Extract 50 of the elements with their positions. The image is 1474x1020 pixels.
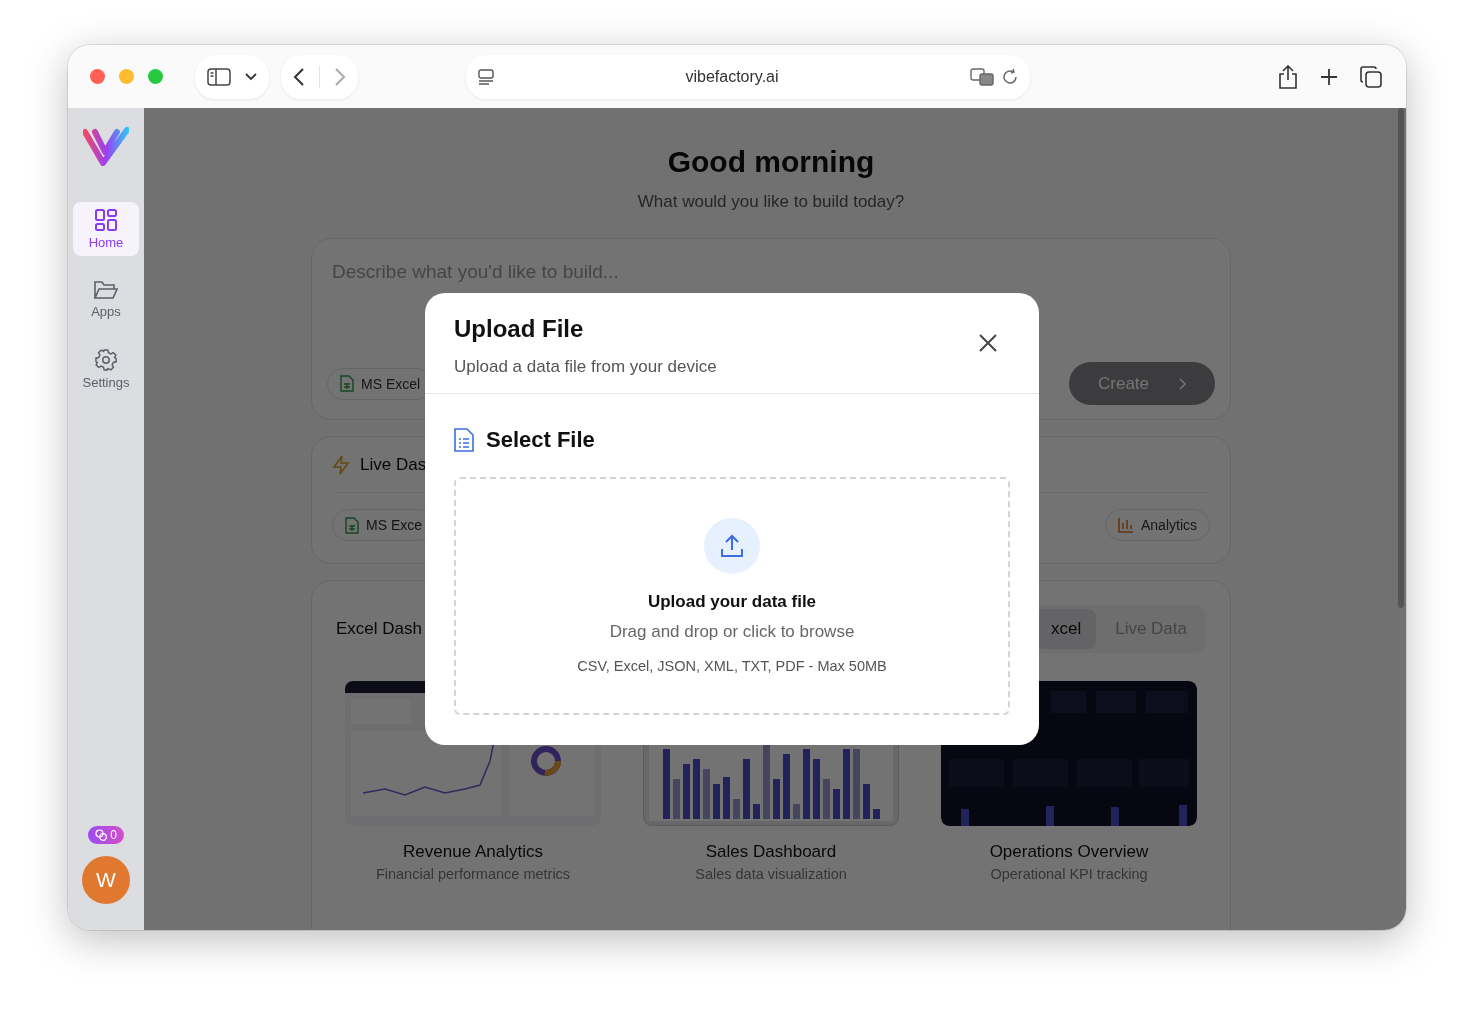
new-tab-icon[interactable]: [1320, 67, 1338, 86]
logo-icon[interactable]: [83, 126, 129, 166]
chevron-down-icon[interactable]: [245, 72, 257, 81]
grid-icon: [95, 208, 117, 231]
reload-icon[interactable]: [1002, 68, 1018, 85]
template-description: Financial performance metrics: [375, 866, 571, 882]
template-title[interactable]: Revenue Analytics: [403, 842, 543, 862]
spreadsheet-icon: [340, 375, 354, 392]
address-field[interactable]: vibefactory.ai: [685, 67, 779, 86]
greeting-heading: Good morning: [667, 145, 875, 179]
coins-icon: [95, 829, 108, 841]
template-description: Operational KPI tracking: [990, 866, 1148, 882]
template-description: Sales data visualization: [695, 866, 847, 882]
sidebar-item[interactable]: Apps: [73, 272, 139, 326]
modal-title: Upload File: [454, 315, 585, 343]
sidebar-toggle-icon[interactable]: [207, 67, 231, 86]
chip-label: Analytics: [1140, 517, 1197, 533]
greeting-subtitle: What would you like to build today?: [637, 192, 905, 212]
close-window-button[interactable]: [90, 69, 105, 84]
dropzone-hint: Drag and drop or click to browse: [609, 622, 855, 642]
chevron-right-icon: [1179, 377, 1186, 390]
folder-icon: [94, 279, 118, 300]
close-icon: [979, 334, 997, 352]
chip-label: MS Excel: [361, 375, 421, 392]
template-title[interactable]: Operations Overview: [989, 842, 1149, 862]
share-icon[interactable]: [1278, 64, 1298, 89]
page-menu-icon[interactable]: [478, 68, 494, 85]
modal-subtitle: Upload a data file from your device: [454, 357, 718, 377]
bar-chart-icon: [1117, 517, 1134, 533]
file-drop-zone[interactable]: Upload your data file Drag and drop or click to browse CSV, Excel, JSON, XML, TXT, PDF - Max 50MB: [454, 477, 1010, 715]
sidebar-item[interactable]: Settings: [73, 342, 139, 396]
lightning-icon: [332, 455, 350, 475]
dropzone-heading: Upload your data file: [647, 592, 817, 612]
source-chip[interactable]: Analytics: [1104, 509, 1210, 541]
user-avatar[interactable]: W: [82, 856, 130, 904]
tabs-overview-icon[interactable]: [1360, 65, 1382, 88]
back-icon[interactable]: [293, 67, 305, 86]
settings-icon: [95, 348, 117, 371]
spreadsheet-icon: [345, 516, 359, 534]
scrollbar[interactable]: [1398, 108, 1404, 608]
sidebar-item[interactable]: Home: [73, 202, 139, 256]
section-title: Live Das: [360, 455, 427, 475]
chip-label: MS Exce: [366, 517, 422, 533]
upload-icon: [720, 534, 744, 558]
section-title: Excel Dash: [336, 619, 422, 639]
credits-count: 0: [110, 828, 117, 842]
template-title[interactable]: Sales Dashboard: [705, 842, 837, 862]
document-icon: [454, 428, 474, 452]
supported-formats: CSV, Excel, JSON, XML, TXT, PDF - Max 50MB: [577, 658, 887, 674]
section-title: Select File: [486, 427, 595, 453]
